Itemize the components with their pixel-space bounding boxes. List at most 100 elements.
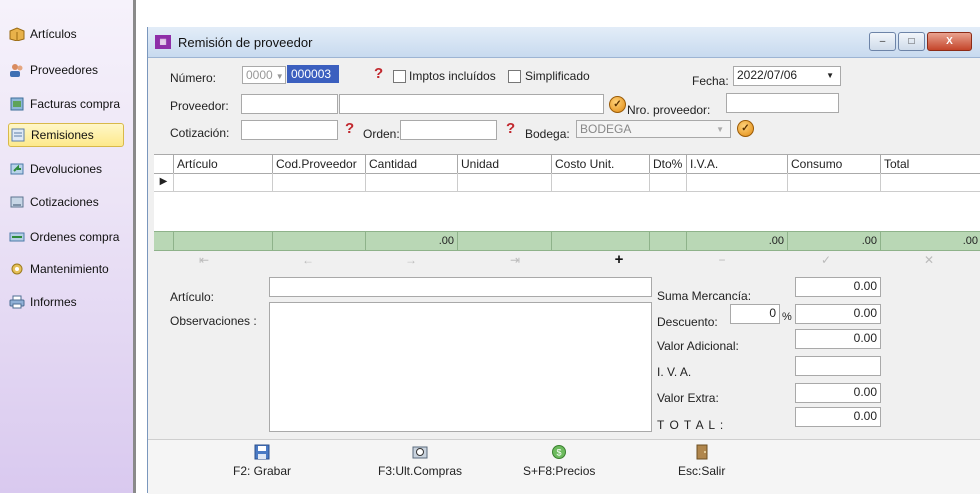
sidebar-item-mantenimiento[interactable]: Mantenimiento [8, 258, 124, 280]
col-dto[interactable]: Dto% [650, 155, 687, 173]
help-icon[interactable]: ? [506, 120, 515, 137]
fecha-label: Fecha: [692, 74, 729, 88]
grabar-button[interactable]: F2: Grabar [233, 444, 291, 478]
bodega-label: Bodega: [525, 127, 570, 141]
sidebar-item-label: Informes [30, 295, 77, 309]
row-pointer-icon: ▶ [154, 173, 174, 191]
sidebar-item-informes[interactable]: Informes [8, 291, 124, 313]
sidebar-item-devoluciones[interactable]: Devoluciones [8, 158, 124, 180]
sidebar-item-ordenes-compra[interactable]: Ordenes compra [8, 226, 124, 248]
title-bar[interactable]: ▦ Remisión de proveedor – □ X [148, 27, 980, 58]
salir-button[interactable]: Esc:Salir [678, 444, 725, 478]
total-cell [273, 232, 366, 250]
col-articulo[interactable]: Artículo [174, 155, 273, 173]
next-record-icon[interactable]: → [401, 251, 421, 269]
grid-cell[interactable] [366, 173, 458, 191]
grid-cell[interactable] [650, 173, 687, 191]
sidebar-item-label: Ordenes compra [30, 230, 120, 244]
proveedor-name-input[interactable] [339, 94, 604, 114]
valor-adicional-input[interactable]: 0.00 [795, 329, 881, 349]
sidebar-item-label: Proveedores [30, 63, 99, 77]
items-grid[interactable]: Artículo Cod.Proveedor Cantidad Unidad C… [154, 154, 980, 251]
proveedor-code-input[interactable] [241, 94, 338, 114]
col-unidad[interactable]: Unidad [458, 155, 552, 173]
total-cell [650, 232, 687, 250]
close-button[interactable]: X [927, 32, 972, 51]
grid-cell[interactable] [174, 173, 273, 191]
iva-value [795, 356, 881, 376]
orden-input[interactable] [400, 120, 497, 140]
col-cod-proveedor[interactable]: Cod.Proveedor [273, 155, 366, 173]
grid-cell[interactable] [788, 173, 881, 191]
bodega-select[interactable]: BODEGA ▼ [576, 120, 731, 138]
chevron-down-icon: ▼ [826, 71, 834, 80]
minimize-button[interactable]: – [869, 32, 896, 51]
simplificado-label: Simplificado [525, 69, 590, 83]
prev-record-icon[interactable]: ← [298, 251, 318, 269]
valor-extra-label: Valor Extra: [657, 391, 719, 405]
maximize-button[interactable]: □ [898, 32, 925, 51]
col-total[interactable]: Total [881, 155, 980, 173]
sidebar-item-proveedores[interactable]: Proveedores [8, 59, 124, 81]
return-icon [8, 161, 26, 177]
ult-compras-label: F3:Ult.Compras [378, 464, 463, 478]
grid-cell[interactable] [552, 173, 650, 191]
cotizacion-label: Cotización: [170, 126, 230, 140]
grid-header: Artículo Cod.Proveedor Cantidad Unidad C… [154, 155, 980, 174]
proveedor-label: Proveedor: [170, 99, 229, 113]
sidebar-item-articulos[interactable]: Artículos [8, 23, 124, 45]
magnifier-icon [412, 444, 428, 460]
articulo-input[interactable] [269, 277, 652, 297]
sidebar-item-cotizaciones[interactable]: Cotizaciones [8, 191, 124, 213]
grid-cell[interactable] [273, 173, 366, 191]
col-cantidad[interactable]: Cantidad [366, 155, 458, 173]
cotizacion-input[interactable] [241, 120, 338, 140]
help-icon[interactable]: ? [374, 65, 383, 82]
delete-record-icon[interactable]: − [712, 251, 732, 269]
grid-totals-row: .00 .00 .00 .00 [154, 231, 980, 251]
col-iva[interactable]: I.V.A. [687, 155, 788, 173]
grid-cell[interactable] [687, 173, 788, 191]
sidebar-item-remisiones[interactable]: Remisiones [8, 123, 124, 147]
descuento-label: Descuento: [657, 315, 718, 329]
descuento-pct-input[interactable]: 0 [730, 304, 780, 324]
valor-extra-input[interactable]: 0.00 [795, 383, 881, 403]
save-icon [254, 444, 270, 460]
fecha-picker[interactable]: 2022/07/06 ▼ [733, 66, 841, 86]
total-iva: .00 [687, 232, 788, 250]
confirm-record-icon[interactable]: ✓ [816, 251, 836, 269]
fecha-value: 2022/07/06 [737, 68, 798, 82]
col-costo-unit[interactable]: Costo Unit. [552, 155, 650, 173]
grid-cell[interactable] [881, 173, 980, 191]
last-record-icon[interactable]: ⇥ [505, 251, 525, 269]
svg-text:$: $ [557, 448, 562, 458]
sidebar-item-label: Remisiones [31, 128, 94, 142]
window-title: Remisión de proveedor [178, 35, 313, 50]
col-consumo[interactable]: Consumo [788, 155, 881, 173]
lookup-icon[interactable]: ✓ [737, 120, 754, 137]
cancel-record-icon[interactable]: ✕ [919, 251, 939, 269]
nro-proveedor-input[interactable] [726, 93, 839, 113]
total-cantidad: .00 [366, 232, 458, 250]
simplificado-checkbox[interactable] [508, 70, 521, 83]
lookup-icon[interactable]: ✓ [609, 96, 626, 113]
chevron-down-icon: ▼ [716, 125, 724, 134]
sidebar-item-facturas-compra[interactable]: Facturas compra [8, 93, 124, 115]
numero-input[interactable]: 000003 [287, 65, 339, 83]
first-record-icon[interactable]: ⇤ [194, 251, 214, 269]
ult-compras-button[interactable]: F3:Ult.Compras [378, 444, 462, 478]
add-record-icon[interactable]: + [609, 251, 629, 269]
table-row[interactable]: ▶ [154, 173, 980, 192]
precios-button[interactable]: $ S+F8:Precios [523, 444, 595, 478]
total-consumo: .00 [788, 232, 881, 250]
help-icon[interactable]: ? [345, 120, 354, 137]
quote-icon [8, 194, 26, 210]
imptos-checkbox[interactable] [393, 70, 406, 83]
observaciones-textarea[interactable] [269, 302, 652, 432]
document-icon [9, 127, 27, 143]
orden-label: Orden: [363, 127, 400, 141]
numero-prefix-select[interactable]: 0000 ▼ [242, 66, 286, 84]
sidebar: Artículos Proveedores Facturas compra Re… [0, 0, 133, 493]
total-cell [458, 232, 552, 250]
grid-cell[interactable] [458, 173, 552, 191]
